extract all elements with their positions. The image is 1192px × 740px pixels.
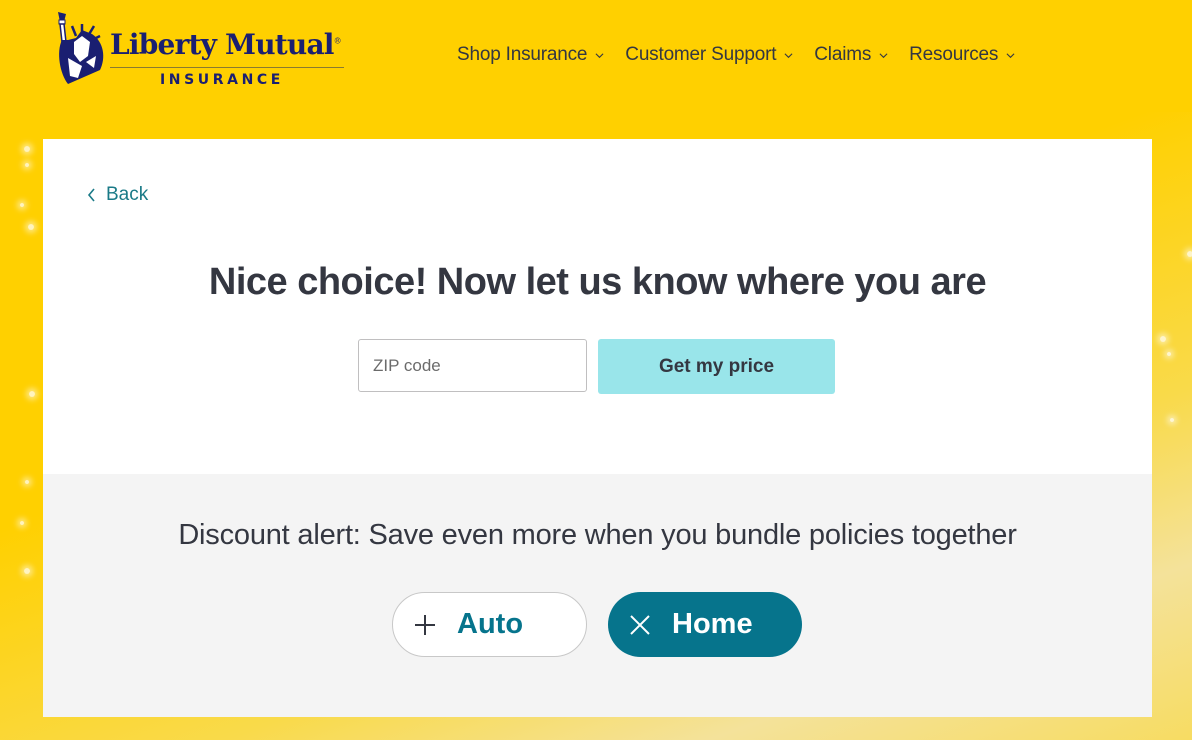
- chevron-down-icon: [879, 52, 888, 58]
- nav-label: Resources: [909, 44, 999, 65]
- sparkle-decoration: [20, 521, 24, 525]
- sparkle-decoration: [20, 203, 24, 207]
- nav-label: Shop Insurance: [457, 44, 588, 65]
- site-header: Liberty Mutual® INSURANCE Shop Insurance…: [0, 0, 1192, 112]
- page-title: Nice choice! Now let us know where you a…: [208, 261, 987, 303]
- nav-label: Claims: [814, 44, 872, 65]
- sparkle-decoration: [24, 568, 30, 574]
- chevron-down-icon: [1006, 52, 1015, 58]
- plus-icon: [415, 614, 435, 635]
- nav-customer-support[interactable]: Customer Support: [625, 44, 793, 66]
- close-icon: [630, 614, 650, 635]
- nav-resources[interactable]: Resources: [909, 44, 1015, 66]
- sparkle-decoration: [25, 163, 29, 167]
- get-my-price-button[interactable]: Get my price: [598, 339, 835, 394]
- bundle-option-label: Home: [672, 608, 753, 640]
- sparkle-decoration: [25, 480, 29, 484]
- sparkle-decoration: [28, 224, 34, 230]
- liberty-mutual-logo[interactable]: Liberty Mutual® INSURANCE: [52, 12, 352, 92]
- sparkle-decoration: [1167, 352, 1171, 356]
- nav-shop-insurance[interactable]: Shop Insurance: [457, 44, 604, 66]
- bundle-option-label: Auto: [457, 608, 524, 640]
- sparkle-decoration: [1160, 336, 1166, 342]
- discount-alert: Discount alert: Save even more when you …: [178, 519, 1017, 551]
- bundle-option-auto[interactable]: Auto: [392, 592, 587, 657]
- zip-code-input[interactable]: [358, 339, 587, 392]
- statue-of-liberty-icon: [58, 12, 104, 84]
- sparkle-decoration: [29, 391, 35, 397]
- quote-card: Back Nice choice! Now let us know where …: [43, 139, 1152, 717]
- logo-subtitle: INSURANCE: [160, 72, 284, 88]
- sparkle-decoration: [1170, 418, 1174, 422]
- logo-wordmark: Liberty Mutual®: [110, 28, 342, 61]
- sparkle-decoration: [24, 146, 30, 152]
- chevron-down-icon: [784, 52, 793, 58]
- bundle-option-home[interactable]: Home: [608, 592, 802, 657]
- logo-divider: [110, 67, 344, 68]
- back-link[interactable]: Back: [87, 184, 148, 206]
- back-label: Back: [106, 184, 149, 205]
- chevron-left-icon: [87, 188, 95, 202]
- chevron-down-icon: [595, 52, 604, 58]
- nav-label: Customer Support: [625, 44, 777, 65]
- nav-claims[interactable]: Claims: [814, 44, 888, 66]
- main-nav: Shop Insurance Customer Support Claims R…: [457, 44, 1015, 66]
- zip-section: Back Nice choice! Now let us know where …: [43, 139, 1152, 474]
- sparkle-decoration: [1187, 251, 1192, 257]
- bundle-section: Discount alert: Save even more when you …: [43, 474, 1152, 717]
